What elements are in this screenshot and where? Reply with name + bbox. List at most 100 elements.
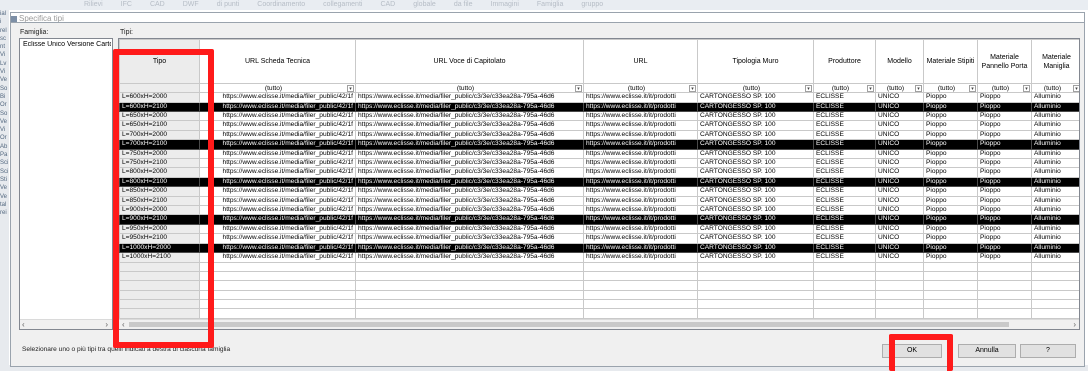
cell-produttore[interactable]: ECLISSE [813, 214, 876, 225]
cell-produttore[interactable]: ECLISSE [813, 223, 876, 235]
cell-url-voce[interactable]: https://www.eclisse.it/media/filer_publi… [355, 110, 584, 122]
column-filter[interactable]: (tutto) ▾ [355, 82, 584, 94]
column-filter[interactable]: (tutto) ▾ [1031, 82, 1079, 94]
table-row[interactable]: L=850xH=2000 https://www.eclisse.it/media… [119, 186, 1079, 197]
cell-maniglia[interactable]: Alluminio [1031, 176, 1079, 188]
cell-stipiti[interactable]: Pioppo [923, 176, 978, 188]
chevron-down-icon[interactable]: ▾ [915, 85, 922, 92]
cell-stipiti[interactable]: Pioppo [923, 167, 978, 178]
cell-tipologia[interactable]: CARTONGESSO SP. 100 [697, 223, 814, 235]
cell-pannello[interactable]: Pioppo [977, 120, 1032, 131]
cell-maniglia[interactable]: Alluminio [1031, 195, 1079, 207]
cell-tipologia[interactable]: CARTONGESSO SP. 100 [697, 186, 814, 197]
cell-url[interactable]: https://www.eclisse.it/it/prodotti [583, 158, 698, 169]
table-row[interactable]: L=600xH=2100 https://www.eclisse.it/media… [119, 101, 1079, 113]
table-row[interactable]: L=750xH=2000 https://www.eclisse.it/media… [119, 148, 1079, 160]
cell-tipologia[interactable]: CARTONGESSO SP. 100 [697, 195, 814, 207]
grid-scrollbar[interactable]: ‹ › [119, 319, 1079, 329]
cell-stipiti[interactable]: Pioppo [923, 101, 978, 113]
table-row[interactable]: L=850xH=2100 https://www.eclisse.it/media… [119, 195, 1079, 207]
cell-produttore[interactable]: ECLISSE [813, 148, 876, 160]
cell-maniglia[interactable]: Alluminio [1031, 186, 1079, 197]
cell-url-voce[interactable]: https://www.eclisse.it/media/filer_publi… [355, 252, 584, 263]
cell-produttore[interactable]: ECLISSE [813, 92, 876, 103]
column-filter[interactable]: (tutto) ▾ [583, 82, 698, 94]
cell-pannello[interactable]: Pioppo [977, 129, 1032, 141]
cell-tipologia[interactable]: CARTONGESSO SP. 100 [697, 148, 814, 160]
cell-produttore[interactable]: ECLISSE [813, 195, 876, 207]
cell-produttore[interactable]: ECLISSE [813, 205, 876, 216]
table-row[interactable]: L=650xH=2000 https://www.eclisse.it/media… [119, 110, 1079, 122]
cell-modello[interactable]: UNICO [875, 158, 924, 169]
cell-url-voce[interactable]: https://www.eclisse.it/media/filer_publi… [355, 101, 584, 113]
scroll-thumb[interactable] [129, 322, 1009, 327]
cell-produttore[interactable]: ECLISSE [813, 252, 876, 263]
cell-stipiti[interactable]: Pioppo [923, 158, 978, 169]
cell-tipologia[interactable]: CARTONGESSO SP. 100 [697, 101, 814, 113]
cell-url[interactable]: https://www.eclisse.it/it/prodotti [583, 148, 698, 160]
cell-url[interactable]: https://www.eclisse.it/it/prodotti [583, 242, 698, 254]
cell-tipologia[interactable]: CARTONGESSO SP. 100 [697, 242, 814, 254]
types-grid[interactable]: Tipo URL Scheda Tecnica URL Voce di Capito… [118, 38, 1080, 330]
cell-url-scheda[interactable]: https://www.eclisse.it/media/filer_publi… [199, 101, 356, 113]
cell-url-voce[interactable]: https://www.eclisse.it/media/filer_publi… [355, 167, 584, 178]
cell-produttore[interactable]: ECLISSE [813, 120, 876, 131]
cell-url[interactable]: https://www.eclisse.it/it/prodotti [583, 233, 698, 244]
cell-maniglia[interactable]: Alluminio [1031, 167, 1079, 178]
scroll-right-icon[interactable]: › [1073, 320, 1076, 329]
column-filter[interactable]: (tutto) ▾ [875, 82, 924, 94]
cell-url-voce[interactable]: https://www.eclisse.it/media/filer_publi… [355, 139, 584, 150]
cell-tipologia[interactable]: CARTONGESSO SP. 100 [697, 92, 814, 103]
cell-url-scheda[interactable]: https://www.eclisse.it/media/filer_publi… [199, 158, 356, 169]
table-row[interactable]: L=950xH=2100 https://www.eclisse.it/media… [119, 233, 1079, 244]
cell-produttore[interactable]: ECLISSE [813, 176, 876, 188]
chevron-down-icon[interactable]: ▾ [1023, 85, 1030, 92]
cell-url[interactable]: https://www.eclisse.it/it/prodotti [583, 205, 698, 216]
cell-url[interactable]: https://www.eclisse.it/it/prodotti [583, 101, 698, 113]
cell-url-scheda[interactable]: https://www.eclisse.it/media/filer_publi… [199, 233, 356, 244]
cell-url-scheda[interactable]: https://www.eclisse.it/media/filer_publi… [199, 92, 356, 103]
cell-pannello[interactable]: Pioppo [977, 139, 1032, 150]
table-row[interactable]: L=700xH=2000 https://www.eclisse.it/media… [119, 129, 1079, 141]
cell-maniglia[interactable]: Alluminio [1031, 233, 1079, 244]
column-filter[interactable]: (tutto) ▾ [199, 82, 356, 94]
cell-tipologia[interactable]: CARTONGESSO SP. 100 [697, 205, 814, 216]
cell-stipiti[interactable]: Pioppo [923, 214, 978, 225]
cell-url-voce[interactable]: https://www.eclisse.it/media/filer_publi… [355, 176, 584, 188]
cell-maniglia[interactable]: Alluminio [1031, 101, 1079, 113]
cell-tipologia[interactable]: CARTONGESSO SP. 100 [697, 120, 814, 131]
cell-stipiti[interactable]: Pioppo [923, 233, 978, 244]
cell-url[interactable]: https://www.eclisse.it/it/prodotti [583, 92, 698, 103]
cell-pannello[interactable]: Pioppo [977, 223, 1032, 235]
cell-url-scheda[interactable]: https://www.eclisse.it/media/filer_publi… [199, 167, 356, 178]
cell-modello[interactable]: UNICO [875, 195, 924, 207]
table-row[interactable]: L=800xH=2000 https://www.eclisse.it/media… [119, 167, 1079, 178]
column-header[interactable]: Materiale Maniglia [1031, 39, 1079, 84]
cell-pannello[interactable]: Pioppo [977, 148, 1032, 160]
cell-pannello[interactable]: Pioppo [977, 195, 1032, 207]
cell-produttore[interactable]: ECLISSE [813, 186, 876, 197]
cell-pannello[interactable]: Pioppo [977, 214, 1032, 225]
cell-url[interactable]: https://www.eclisse.it/it/prodotti [583, 129, 698, 141]
column-header[interactable]: Tipologia Muro [697, 39, 814, 84]
chevron-down-icon[interactable]: ▾ [575, 85, 582, 92]
chevron-down-icon[interactable]: ▾ [969, 85, 976, 92]
column-header[interactable]: URL [583, 39, 698, 84]
cell-maniglia[interactable]: Alluminio [1031, 214, 1079, 225]
cell-url-voce[interactable]: https://www.eclisse.it/media/filer_publi… [355, 223, 584, 235]
cell-modello[interactable]: UNICO [875, 176, 924, 188]
cell-tipologia[interactable]: CARTONGESSO SP. 100 [697, 214, 814, 225]
cell-url-scheda[interactable]: https://www.eclisse.it/media/filer_publi… [199, 214, 356, 225]
cell-modello[interactable]: UNICO [875, 242, 924, 254]
cell-modello[interactable]: UNICO [875, 233, 924, 244]
family-list-scrollbar[interactable]: ‹ › [20, 319, 112, 329]
cell-stipiti[interactable]: Pioppo [923, 139, 978, 150]
cell-modello[interactable]: UNICO [875, 148, 924, 160]
table-row[interactable]: L=800xH=2100 https://www.eclisse.it/media… [119, 176, 1079, 188]
column-filter[interactable]: (tutto) ▾ [697, 82, 814, 94]
cell-tipologia[interactable]: CARTONGESSO SP. 100 [697, 167, 814, 178]
cell-url[interactable]: https://www.eclisse.it/it/prodotti [583, 195, 698, 207]
cell-stipiti[interactable]: Pioppo [923, 242, 978, 254]
cell-produttore[interactable]: ECLISSE [813, 101, 876, 113]
cell-url-voce[interactable]: https://www.eclisse.it/media/filer_publi… [355, 233, 584, 244]
